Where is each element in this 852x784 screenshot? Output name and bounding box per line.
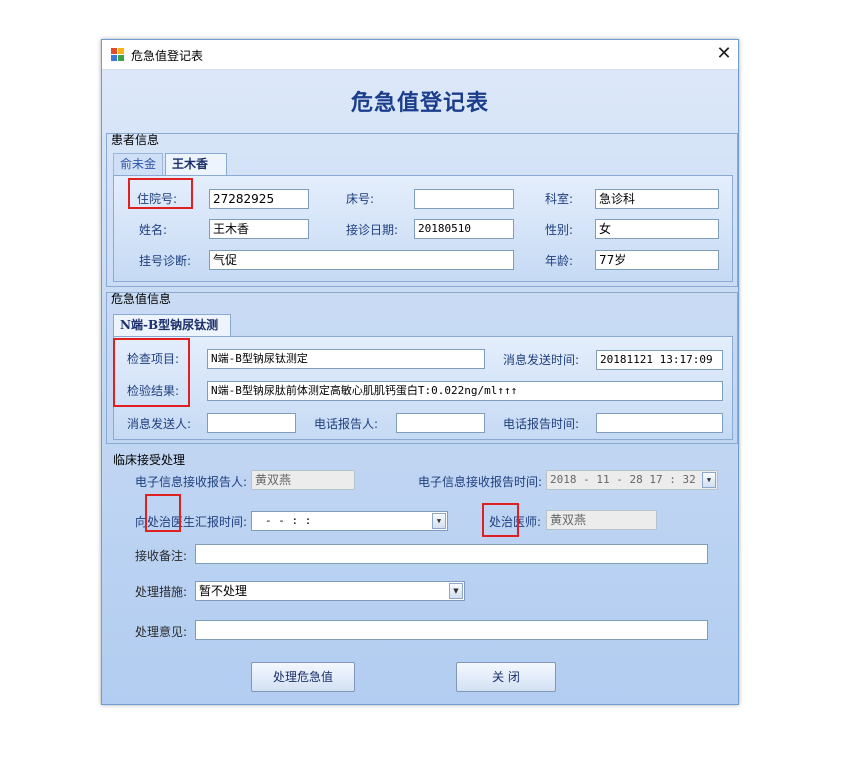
patient-tab-panel: 住院号: 27282925 床号: 科室: 急诊科 姓名: 王木香 接诊日期: … [113,175,733,282]
measure-select[interactable]: 暂不处理 ▼ [195,581,465,601]
receive-note-label: 接收备注: [135,549,188,563]
send-time-field[interactable]: 20181121 13:17:09 [596,350,723,370]
phone-report-time-label: 电话报告时间: [503,417,580,431]
bed-no-label: 床号: [346,192,375,206]
report-time-value: - - : : [265,514,312,527]
visit-date-label: 接诊日期: [346,223,399,237]
app-icon [111,48,125,61]
sender-label: 消息发送人: [127,417,192,431]
chevron-down-icon[interactable]: ▼ [449,583,463,599]
chevron-down-icon[interactable]: ▼ [432,513,446,529]
chevron-down-icon: ▼ [702,472,716,488]
registration-diagnosis-label: 挂号诊断: [139,254,192,268]
close-icon[interactable]: ✕ [710,40,738,69]
e-receive-time-field: 2018 - 11 - 28 17 : 32 : ▼ [546,470,718,490]
department-field[interactable]: 急诊科 [595,189,719,209]
doctor-field: 黄双燕 [546,510,657,530]
patient-info-group: 患者信息 俞未金 王木香 住院号: 27282925 床号: 科室: 急诊科 姓… [106,133,738,287]
visit-date-field[interactable]: 20180510 [414,219,514,239]
name-field[interactable]: 王木香 [209,219,309,239]
send-time-label: 消息发送时间: [503,353,580,367]
window-title: 危急值登记表 [131,49,204,63]
bed-no-field[interactable] [414,189,514,209]
critical-value-group: 危急值信息 N端-B型钠尿钛测定 检查项目: N端-B型钠尿钛测定 消息发送时间… [106,292,738,444]
gender-label: 性别: [545,223,574,237]
title-bar: 危急值登记表 ✕ [102,40,738,70]
gender-field[interactable]: 女 [595,219,719,239]
inpatient-no-field[interactable]: 27282925 [209,189,309,209]
highlight-box [145,494,181,532]
phone-report-time-field[interactable] [596,413,723,433]
tab-patient-1[interactable]: 俞未金 [113,153,163,175]
measure-label: 处理措施: [135,585,188,599]
tab-patient-2[interactable]: 王木香 [165,153,227,175]
test-result-field[interactable]: N端-B型钠尿肽前体测定高敏心肌肌钙蛋白T:0.022ng/ml↑↑↑ [207,381,723,401]
receive-note-field[interactable] [195,544,708,564]
highlight-box [482,503,519,537]
phone-reporter-label: 电话报告人: [314,417,379,431]
report-time-picker[interactable]: - - : : ▼ [251,511,448,531]
name-label: 姓名: [139,223,168,237]
opinion-label: 处理意见: [135,625,188,639]
process-critical-button[interactable]: 处理危急值 [251,662,355,692]
age-label: 年龄: [545,254,574,268]
clinical-section-label: 临床接受处理 [113,453,186,467]
e-receive-time-value: 2018 - 11 - 28 17 : 32 : [550,473,709,486]
patient-info-label: 患者信息 [111,133,160,147]
e-receiver-label: 电子信息接收报告人: [135,475,248,489]
phone-reporter-field[interactable] [396,413,485,433]
highlight-box [128,178,193,209]
highlight-box [113,338,190,407]
measure-selected-value: 暂不处理 [199,584,248,598]
critical-value-dialog: 危急值登记表 ✕ 危急值登记表 患者信息 俞未金 王木香 住院号: 272829… [101,39,739,705]
opinion-field[interactable] [195,620,708,640]
age-field[interactable]: 77岁 [595,250,719,270]
exam-item-field[interactable]: N端-B型钠尿钛测定 [207,349,485,369]
tab-exam-item[interactable]: N端-B型钠尿钛测定 [113,314,231,352]
form-heading: 危急值登记表 [350,90,489,116]
department-label: 科室: [545,192,574,206]
sender-field[interactable] [207,413,296,433]
critical-tab-panel: 检查项目: N端-B型钠尿钛测定 消息发送时间: 20181121 13:17:… [113,336,733,440]
registration-diagnosis-field[interactable]: 气促 [209,250,514,270]
e-receiver-field: 黄双燕 [251,470,355,490]
e-receive-time-label: 电子信息接收报告时间: [418,475,543,489]
critical-value-label: 危急值信息 [111,292,172,306]
close-button[interactable]: 关 闭 [456,662,556,692]
